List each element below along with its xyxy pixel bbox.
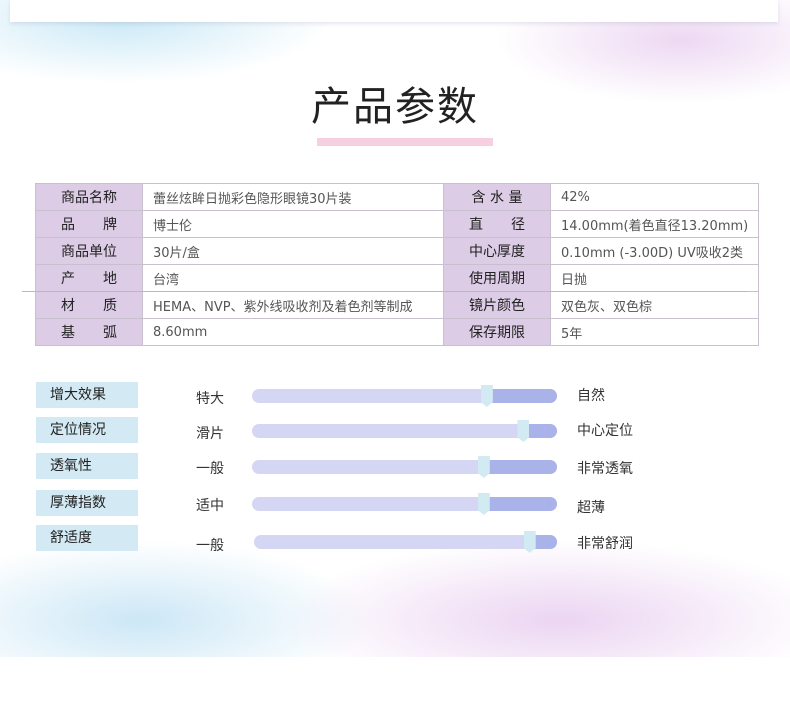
param-value: 双色灰、双色棕 [550,291,759,319]
table-row: 品 牌 博士伦 直 径 14.00mm(着色直径13.20mm) [35,210,759,238]
param-label: 保存期限 [443,318,551,346]
page-title: 产品参数 [311,84,479,130]
top-banner-strip [10,0,778,22]
rating-label: 舒适度 [36,525,138,551]
param-label: 基 弧 [35,318,143,346]
param-value: 8.60mm [142,318,444,346]
rating-max-label: 非常舒润 [577,536,633,552]
param-label: 直 径 [443,210,551,238]
rating-track [252,424,557,438]
rating-thumb [523,531,536,553]
rating-label: 定位情况 [36,417,138,443]
rating-track [252,497,557,511]
param-label: 镜片颜色 [443,291,551,319]
param-label: 产 地 [35,264,143,292]
rating-thumb [517,420,530,442]
rating-track [254,535,557,549]
rating-min-label: 一般 [196,461,224,477]
param-label: 材 质 [35,291,143,319]
rating-min-label: 滑片 [196,426,224,442]
table-row: 商品单位 30片/盒 中心厚度 0.10mm (-3.00D) UV吸收2类 [35,237,759,265]
table-row: 基 弧 8.60mm 保存期限 5年 [35,318,759,346]
param-value: 42% [550,183,759,211]
rating-label: 厚薄指数 [36,490,138,516]
param-value: 0.10mm (-3.00D) UV吸收2类 [550,237,759,265]
param-label: 含 水 量 [443,183,551,211]
rating-row: 透氧性 一般 非常透氧 [0,453,790,483]
rating-fill [486,389,557,403]
rating-row: 增大效果 特大 自然 [0,382,790,412]
param-value: 蕾丝炫眸日抛彩色隐形眼镜30片装 [142,183,444,211]
param-value: 博士伦 [142,210,444,238]
param-value: 5年 [550,318,759,346]
table-row: 产 地 台湾 使用周期 日抛 [35,264,759,292]
param-label: 品 牌 [35,210,143,238]
rating-min-label: 一般 [196,538,224,554]
rating-max-label: 中心定位 [577,423,633,439]
rating-row: 厚薄指数 适中 超薄 [0,490,790,520]
rating-min-label: 特大 [196,391,224,407]
param-label: 商品名称 [35,183,143,211]
rating-fill [483,460,557,474]
rating-fill [483,497,557,511]
rating-min-label: 适中 [196,498,224,514]
table-row: 材 质 HEMA、NVP、紫外线吸收剂及着色剂等制成 镜片颜色 双色灰、双色棕 [35,291,759,319]
rating-max-label: 自然 [577,388,605,404]
param-label: 使用周期 [443,264,551,292]
rating-row: 舒适度 一般 非常舒润 [0,525,790,555]
param-label: 中心厚度 [443,237,551,265]
rating-track [252,460,557,474]
rating-max-label: 超薄 [577,500,605,516]
rating-thumb [477,456,490,478]
params-table: 商品名称 蕾丝炫眸日抛彩色隐形眼镜30片装 含 水 量 42% 品 牌 博士伦 … [35,183,759,346]
table-row: 商品名称 蕾丝炫眸日抛彩色隐形眼镜30片装 含 水 量 42% [35,183,759,211]
param-value: HEMA、NVP、紫外线吸收剂及着色剂等制成 [142,291,444,319]
param-value: 30片/盒 [142,237,444,265]
rating-thumb [477,493,490,515]
rating-label: 增大效果 [36,382,138,408]
rating-track [252,389,557,403]
param-value: 台湾 [142,264,444,292]
title-underline [317,138,493,146]
rating-label: 透氧性 [36,453,138,479]
rating-row: 定位情况 滑片 中心定位 [0,417,790,447]
rating-max-label: 非常透氧 [577,461,633,477]
rating-thumb [480,385,493,407]
divider-line [22,291,747,292]
param-label: 商品单位 [35,237,143,265]
param-value: 日抛 [550,264,759,292]
param-value: 14.00mm(着色直径13.20mm) [550,210,759,238]
